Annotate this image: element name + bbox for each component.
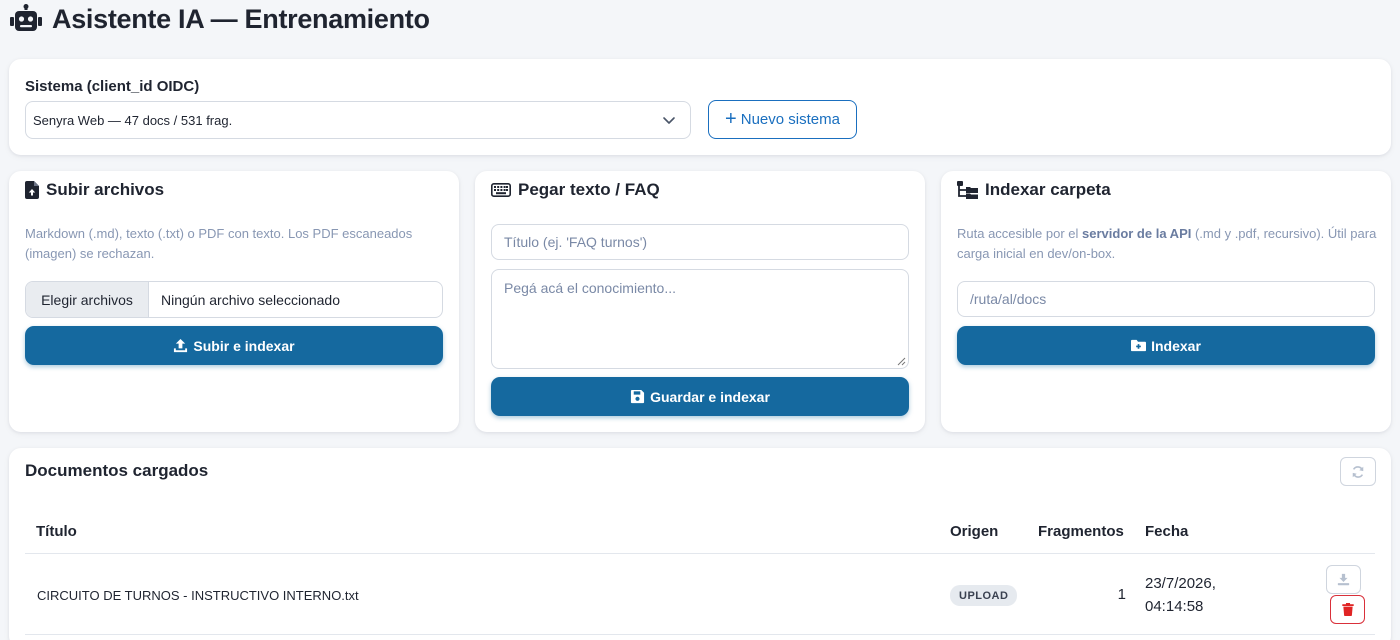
upload-index-label: Subir e indexar bbox=[193, 337, 295, 354]
index-folder-button[interactable]: Indexar bbox=[957, 326, 1375, 365]
knowledge-textarea[interactable]: Pegá acá el conocimiento... bbox=[491, 269, 909, 369]
refresh-icon bbox=[1352, 465, 1364, 478]
save-index-button[interactable]: Guardar e indexar bbox=[491, 377, 909, 416]
column-header-fragments: Fragmentos bbox=[1038, 523, 1124, 540]
column-header-origin: Origen bbox=[950, 523, 999, 540]
index-folder-label: Indexar bbox=[1151, 337, 1201, 354]
save-icon bbox=[631, 389, 645, 404]
page-title: Asistente IA — Entrenamiento bbox=[10, 2, 430, 36]
choose-files-button[interactable]: Elegir archivos bbox=[26, 282, 149, 317]
upload-panel-header: Subir archivos bbox=[25, 179, 164, 201]
system-label: Sistema (client_id OIDC) bbox=[25, 78, 200, 95]
table-row-divider bbox=[25, 634, 1375, 635]
delete-button[interactable] bbox=[1330, 595, 1365, 624]
knowledge-placeholder: Pegá acá el conocimiento... bbox=[504, 280, 676, 296]
system-select[interactable]: Senyra Web — 47 docs / 531 frag. bbox=[25, 101, 691, 139]
file-status-text: Ningún archivo seleccionado bbox=[161, 291, 340, 308]
download-button[interactable] bbox=[1326, 565, 1361, 594]
row-date-time: 04:14:58 bbox=[1145, 598, 1204, 615]
row-title: CIRCUITO DE TURNOS - INSTRUCTIVO INTERNO… bbox=[37, 588, 359, 603]
keyboard-icon bbox=[491, 183, 511, 197]
folder-plus-icon bbox=[1131, 339, 1147, 352]
upload-help-text: Markdown (.md), texto (.txt) o PDF con t… bbox=[25, 226, 413, 261]
folder-path-input[interactable]: /ruta/al/docs bbox=[957, 281, 1375, 317]
refresh-button[interactable] bbox=[1340, 457, 1376, 486]
file-upload-icon bbox=[25, 181, 39, 199]
file-picker[interactable]: Elegir archivos Ningún archivo seleccion… bbox=[25, 281, 443, 318]
faq-title-input[interactable]: Título (ej. 'FAQ turnos') bbox=[491, 224, 909, 260]
page-title-text: Asistente IA — Entrenamiento bbox=[52, 3, 430, 34]
paste-panel-title: Pegar texto / FAQ bbox=[518, 180, 660, 199]
table-header-divider bbox=[25, 553, 1375, 554]
documents-title: Documentos cargados bbox=[25, 461, 209, 480]
resize-grip-icon[interactable] bbox=[897, 357, 906, 366]
folder-tree-icon bbox=[957, 181, 978, 199]
system-card: Sistema (client_id OIDC) Senyra Web — 47… bbox=[9, 59, 1391, 155]
robot-icon bbox=[10, 4, 42, 31]
folder-panel-header: Indexar carpeta bbox=[957, 179, 1111, 201]
upload-panel: Subir archivos Markdown (.md), texto (.t… bbox=[9, 171, 459, 432]
origin-badge: UPLOAD bbox=[950, 585, 1018, 606]
upload-index-button[interactable]: Subir e indexar bbox=[25, 326, 443, 365]
folder-panel: Indexar carpeta Ruta accesible por el se… bbox=[941, 171, 1391, 432]
column-header-date: Fecha bbox=[1145, 523, 1189, 540]
folder-panel-title: Indexar carpeta bbox=[985, 180, 1111, 199]
row-fragments: 1 bbox=[1117, 586, 1126, 603]
save-index-label: Guardar e indexar bbox=[650, 388, 770, 405]
paste-panel: Pegar texto / FAQ Título (ej. 'FAQ turno… bbox=[475, 171, 925, 432]
folder-help-strong: servidor de la API bbox=[1082, 226, 1192, 241]
trash-icon bbox=[1341, 603, 1354, 616]
plus-icon: + bbox=[725, 107, 737, 130]
paste-panel-header: Pegar texto / FAQ bbox=[491, 179, 660, 201]
new-system-label: Nuevo sistema bbox=[740, 111, 840, 128]
new-system-button[interactable]: + Nuevo sistema bbox=[708, 100, 857, 139]
chevron-down-icon bbox=[663, 117, 675, 124]
upload-panel-title: Subir archivos bbox=[46, 180, 165, 199]
row-date-day: 23/7/2026, bbox=[1145, 575, 1216, 592]
documents-card: Documentos cargados Título Origen Fragme… bbox=[9, 448, 1391, 640]
system-select-value: Senyra Web — 47 docs / 531 frag. bbox=[33, 112, 233, 128]
column-header-title: Título bbox=[36, 523, 77, 540]
download-icon bbox=[1337, 573, 1350, 586]
folder-help-text: Ruta accesible por el servidor de la API… bbox=[957, 226, 1377, 261]
upload-icon bbox=[174, 338, 188, 353]
row-date: 23/7/2026, 04:14:58 bbox=[1145, 572, 1216, 618]
